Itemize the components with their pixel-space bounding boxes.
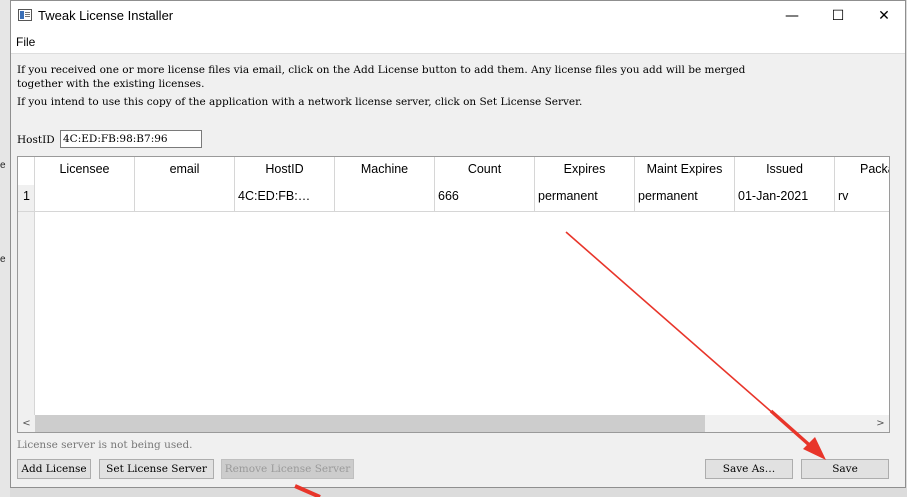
annotation-arrow-fragment xyxy=(294,484,321,497)
annotation-arrow-overlay xyxy=(294,231,826,497)
